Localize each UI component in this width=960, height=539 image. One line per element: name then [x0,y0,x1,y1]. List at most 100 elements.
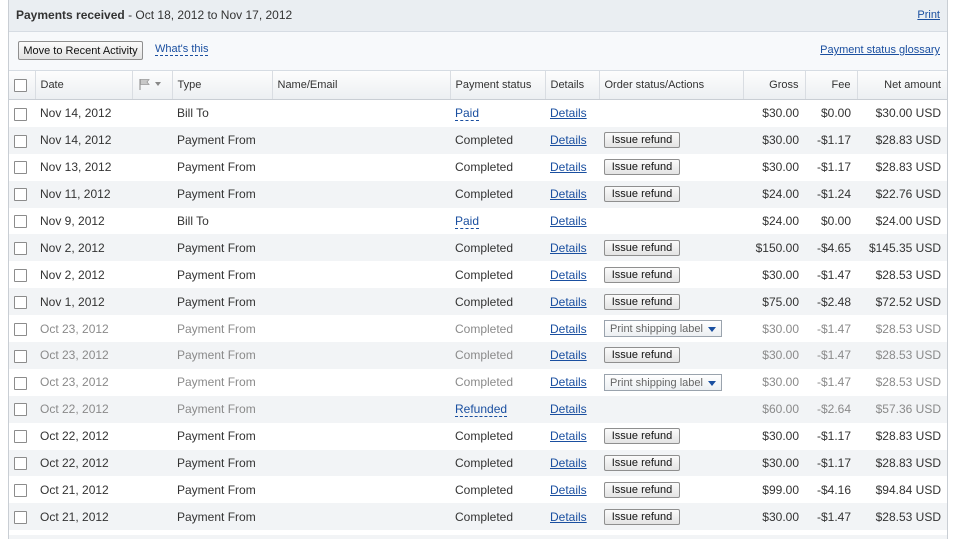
select-all-checkbox[interactable] [14,78,27,92]
print-shipping-label-select[interactable]: Print shipping label [604,373,722,391]
table-row[interactable]: Nov 2, 2012 Payment From Completed Detai… [9,234,947,262]
details-link[interactable]: Details [550,429,587,443]
details-link[interactable]: Details [550,295,587,309]
print-link[interactable]: Print [917,9,940,21]
row-fee: -$1.47 [805,503,857,531]
details-link[interactable]: Details [550,187,587,201]
row-date: Oct 23, 2012 [40,375,109,390]
details-link[interactable]: Details [550,241,587,255]
payment-status: Completed [455,509,514,524]
table-row[interactable]: Oct 23, 2012 Payment From Completed Deta… [9,342,947,369]
row-checkbox[interactable] [14,510,27,524]
row-gross: $99.00 [762,482,799,497]
row-flag-cell [132,234,172,262]
whats-this-link[interactable]: What's this [155,43,209,56]
row-checkbox[interactable] [14,107,27,121]
table-row[interactable]: Oct 22, 2012 Payment From Completed Deta… [9,423,947,450]
row-checkbox[interactable] [14,161,27,175]
row-checkbox[interactable] [14,295,27,309]
row-checkbox[interactable] [14,134,27,148]
payment-status-link[interactable]: Paid [455,214,480,229]
row-checkbox[interactable] [14,268,27,282]
column-header-payment-status[interactable]: Payment status [449,71,545,100]
details-link[interactable]: Details [550,214,587,228]
row-flag-cell [132,100,172,127]
row-checkbox[interactable] [14,188,27,202]
details-link[interactable]: Details [550,133,587,147]
issue-refund-button[interactable]: Issue refund [604,132,680,149]
details-link[interactable]: Details [550,510,587,524]
row-details-cell: Details [545,234,599,262]
row-checkbox[interactable] [14,484,27,498]
column-header-date[interactable]: Date [34,71,132,100]
table-row[interactable]: Nov 2, 2012 Payment From Completed Detai… [9,261,947,288]
row-checkbox[interactable] [14,403,27,417]
issue-refund-button[interactable]: Issue refund [604,159,680,176]
row-checkbox[interactable] [14,457,27,471]
table-row[interactable]: Nov 14, 2012 Payment From Completed Deta… [9,126,947,154]
row-details-cell: Details [545,100,599,127]
issue-refund-button[interactable]: Issue refund [604,239,680,256]
row-net-amount: $72.52 USD [857,288,947,316]
column-header-gross[interactable]: Gross [742,71,805,100]
row-action-cell: Issue refund [599,288,743,316]
column-header-flag[interactable] [131,71,172,100]
move-to-recent-activity-button[interactable]: Move to Recent Activity [18,41,143,60]
issue-refund-button[interactable]: Issue refund [604,428,680,445]
dropdown-caret-icon [708,380,716,386]
table-row[interactable]: Nov 14, 2012 Bill To Paid Details $30.00… [9,100,947,127]
table-row[interactable]: Oct 21, 2012 Payment From Completed Deta… [9,476,947,503]
row-date: Nov 13, 2012 [40,160,112,175]
row-checkbox[interactable] [14,322,27,336]
issue-refund-button[interactable]: Issue refund [604,455,680,472]
table-row[interactable]: Nov 1, 2012 Payment From Completed Detai… [9,288,947,316]
row-checkbox[interactable] [14,376,27,390]
issue-refund-button[interactable]: Issue refund [604,508,680,525]
details-link[interactable]: Details [550,483,587,497]
payment-status: Completed [455,348,514,363]
payment-status: Completed [455,240,514,255]
row-checkbox[interactable] [14,349,27,363]
issue-refund-button[interactable]: Issue refund [604,293,680,310]
details-link[interactable]: Details [550,456,587,470]
table-row[interactable]: Oct 21, 2012 Payment From Completed Deta… [9,503,947,531]
issue-refund-button[interactable]: Issue refund [604,347,680,364]
flag-filter[interactable] [138,78,161,90]
table-row[interactable]: Nov 11, 2012 Payment From Completed Deta… [9,180,947,208]
column-header-fee[interactable]: Fee [804,71,857,100]
column-header-net-amount[interactable]: Net amount [856,71,947,100]
row-checkbox[interactable] [14,215,27,229]
column-header-type[interactable]: Type [171,71,272,100]
column-header-name-email[interactable]: Name/Email [271,71,450,100]
details-link[interactable]: Details [550,375,587,389]
row-checkbox[interactable] [14,430,27,444]
row-net-amount: $30.00 USD [875,106,941,121]
payment-status-link[interactable]: Paid [455,106,480,122]
details-link[interactable]: Details [550,402,587,416]
issue-refund-button[interactable]: Issue refund [604,481,680,498]
table-row[interactable]: Nov 13, 2012 Payment From Completed Deta… [9,154,947,181]
issue-refund-button[interactable]: Issue refund [604,266,680,283]
details-link[interactable]: Details [550,348,587,362]
details-link[interactable]: Details [550,268,587,282]
table-row[interactable]: Oct 23, 2012 Payment From Completed Deta… [9,315,947,342]
table-row[interactable]: Oct 22, 2012 Payment From Completed Deta… [9,449,947,477]
row-payment-status-cell: Completed [450,180,545,208]
row-date: Oct 21, 2012 [40,482,109,497]
payment-status-glossary-link[interactable]: Payment status glossary [820,44,940,56]
table-row[interactable]: Oct 23, 2012 Payment From Completed Deta… [9,369,947,396]
row-action-cell [599,395,743,423]
row-fee: -$1.17 [805,126,857,154]
details-link[interactable]: Details [550,322,587,336]
row-name-email [272,449,450,477]
row-checkbox[interactable] [14,242,27,256]
row-select-cell [9,154,35,181]
issue-refund-button[interactable]: Issue refund [604,186,680,203]
table-row[interactable]: Nov 9, 2012 Bill To Paid Details $24.00 … [9,208,947,235]
print-shipping-label-select[interactable]: Print shipping label [604,320,722,338]
payment-status-link[interactable]: Refunded [455,402,508,418]
row-gross: $24.00 [762,214,799,228]
details-link[interactable]: Details [550,160,587,174]
details-link[interactable]: Details [550,106,587,120]
table-row[interactable]: Oct 22, 2012 Payment From Refunded Detai… [9,395,947,423]
